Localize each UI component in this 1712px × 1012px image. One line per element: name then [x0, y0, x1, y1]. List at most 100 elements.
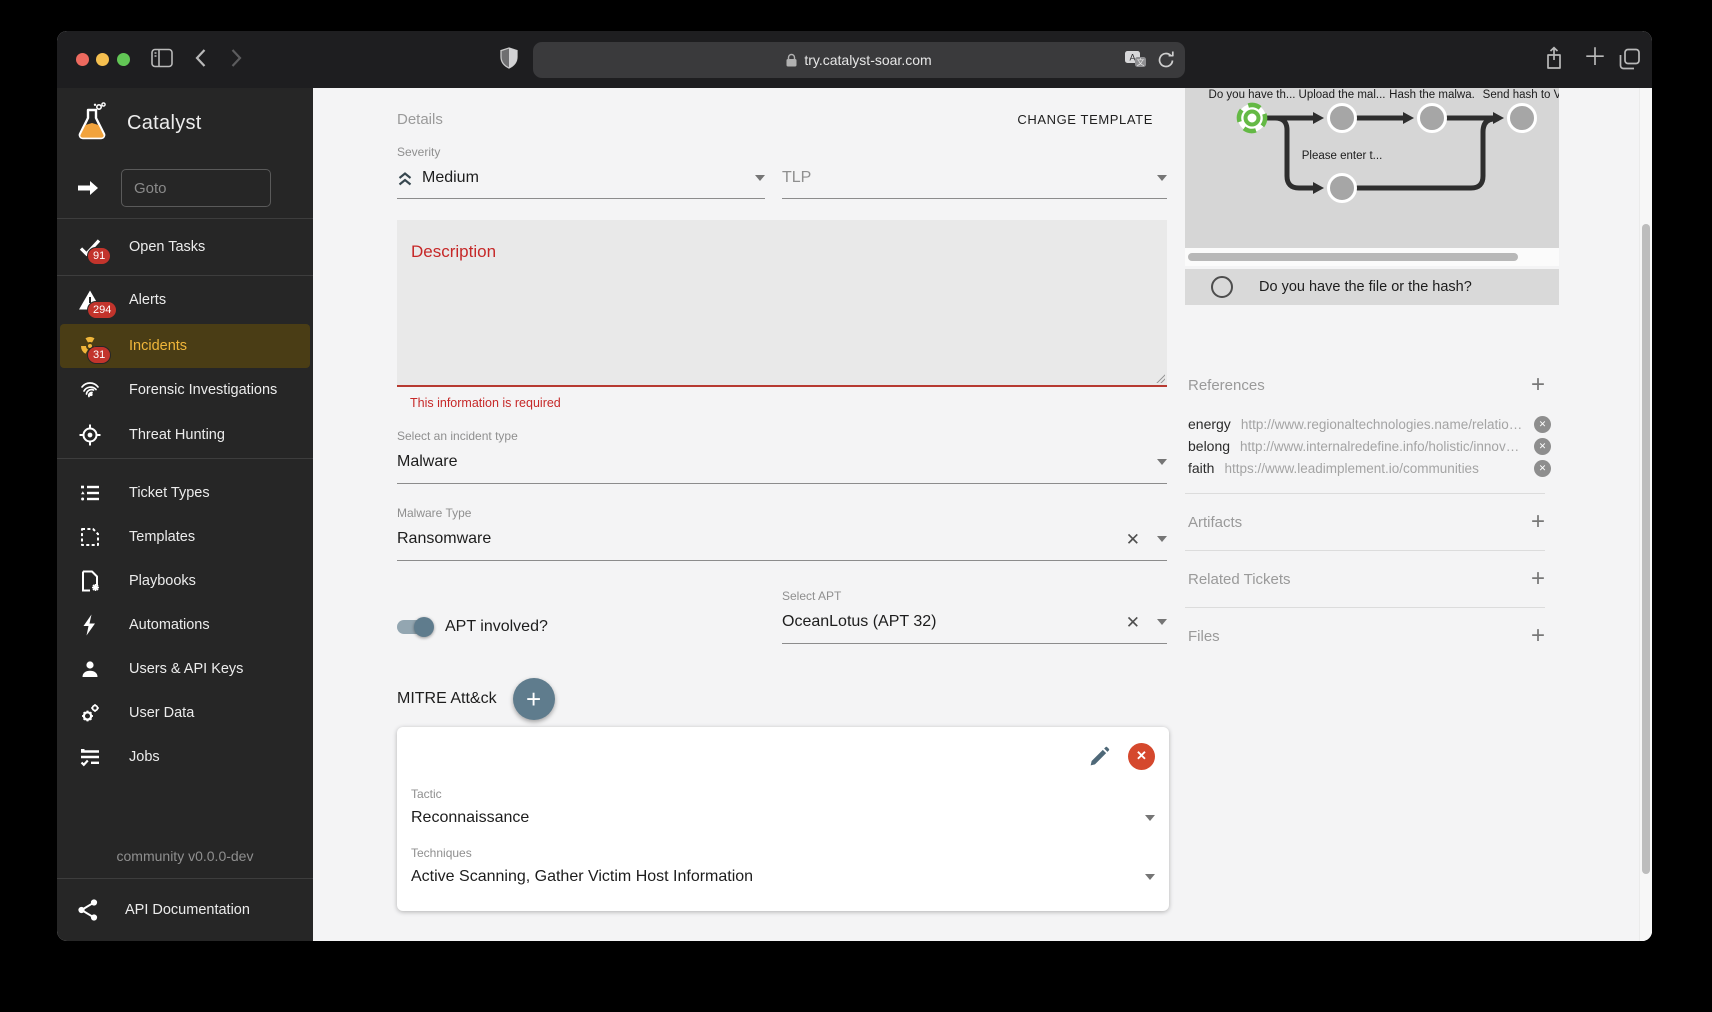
translate-icon[interactable]: A 文 — [1124, 50, 1148, 70]
remove-reference-icon[interactable]: ✕ — [1534, 460, 1551, 477]
share-icon[interactable] — [1544, 46, 1564, 72]
main-content: Details CHANGE TEMPLATE Severity Mediu — [313, 88, 1652, 941]
chevron-down-icon — [1157, 536, 1167, 542]
chevron-down-icon — [1145, 815, 1155, 821]
sidebar-item-threat-hunting[interactable]: Threat Hunting — [57, 412, 313, 458]
remove-reference-icon[interactable]: ✕ — [1534, 416, 1551, 433]
app-version: community v0.0.0-dev — [57, 848, 313, 878]
warning-icon: 294 — [77, 289, 103, 311]
tlp-select[interactable]: TLP — [782, 143, 1167, 199]
remove-reference-icon[interactable]: ✕ — [1534, 438, 1551, 455]
playbook-icon — [77, 569, 103, 593]
radiation-icon: 31 — [77, 334, 103, 358]
crosshair-icon — [77, 423, 103, 447]
tactic-select[interactable]: Tactic Reconnaissance — [411, 785, 1155, 830]
clear-icon[interactable]: ✕ — [1126, 531, 1140, 548]
sidebar-item-jobs[interactable]: Jobs — [57, 735, 313, 779]
reference-link[interactable]: http://www.internalredefine.info/holisti… — [1240, 439, 1526, 454]
close-window-button[interactable] — [76, 53, 89, 66]
severity-select[interactable]: Severity Medium — [397, 143, 765, 199]
resize-grip-icon[interactable] — [1155, 373, 1165, 383]
forward-button[interactable] — [231, 49, 242, 67]
list-icon — [77, 481, 103, 505]
apt-involved-toggle[interactable] — [397, 620, 431, 634]
new-tab-icon[interactable]: ＋ — [1583, 48, 1607, 68]
sidebar-item-templates[interactable]: Templates — [57, 515, 313, 559]
delete-mitre-button[interactable]: ✕ — [1128, 743, 1155, 770]
playbook-node[interactable] — [1417, 103, 1447, 133]
person-icon — [77, 657, 103, 681]
add-related-ticket-button[interactable]: + — [1531, 565, 1545, 593]
share-nodes-icon — [77, 898, 99, 922]
task-question: Do you have the file or the hash? — [1259, 279, 1472, 295]
sidebar-toggle-icon[interactable] — [151, 48, 173, 68]
jobs-icon — [77, 745, 103, 769]
sidebar: Catalyst 91 Open Tasks — [57, 88, 313, 941]
back-button[interactable] — [195, 49, 206, 67]
sidebar-item-user-data[interactable]: User Data — [57, 691, 313, 735]
playbook-node[interactable] — [1327, 173, 1357, 203]
sidebar-item-alerts[interactable]: 294 Alerts — [57, 276, 313, 324]
tab-overview-icon[interactable] — [1619, 48, 1641, 70]
goto-input[interactable] — [121, 169, 271, 207]
reload-icon[interactable] — [1158, 50, 1175, 70]
chevron-down-icon — [1145, 874, 1155, 880]
alerts-badge: 294 — [87, 301, 117, 319]
reference-row: faith https://www.leadimplement.io/commu… — [1185, 457, 1559, 479]
url-text: try.catalyst-soar.com — [804, 52, 931, 68]
sidebar-item-automations[interactable]: Automations — [57, 603, 313, 647]
artifacts-title: Artifacts — [1188, 514, 1242, 531]
sidebar-item-forensic-investigations[interactable]: Forensic Investigations — [57, 368, 313, 412]
reference-link[interactable]: http://www.regionaltechnologies.name/rel… — [1241, 417, 1526, 432]
sidebar-item-incidents[interactable]: 31 Incidents — [60, 324, 310, 368]
change-template-button[interactable]: CHANGE TEMPLATE — [1017, 112, 1167, 127]
playbook-task-row[interactable]: Do you have the file or the hash? — [1185, 269, 1559, 305]
add-file-button[interactable]: + — [1531, 622, 1545, 650]
incident-type-select[interactable]: Select an incident type Malware — [397, 427, 1167, 484]
page-scrollbar-thumb[interactable] — [1642, 224, 1650, 874]
sidebar-item-playbooks[interactable]: Playbooks — [57, 559, 313, 603]
reference-link[interactable]: https://www.leadimplement.io/communities — [1224, 461, 1526, 476]
sidebar-item-ticket-types[interactable]: Ticket Types — [57, 471, 313, 515]
playbook-node[interactable] — [1327, 103, 1357, 133]
svg-text:A: A — [1129, 53, 1135, 63]
add-mitre-button[interactable]: + — [513, 678, 555, 720]
svg-text:文: 文 — [1137, 57, 1145, 67]
diagram-scrollbar-thumb[interactable] — [1188, 253, 1518, 261]
add-artifact-button[interactable]: + — [1531, 508, 1545, 536]
incident-details-form: Details CHANGE TEMPLATE Severity Mediu — [397, 88, 1167, 941]
goto-arrow-icon — [77, 180, 99, 196]
page-scrollbar[interactable] — [1639, 88, 1652, 941]
diagram-scrollbar[interactable] — [1185, 248, 1559, 266]
clear-icon[interactable]: ✕ — [1126, 614, 1140, 631]
zoom-window-button[interactable] — [117, 53, 130, 66]
task-radio[interactable] — [1211, 276, 1233, 298]
mitre-attack-title: MITRE Att&ck — [397, 690, 497, 708]
open-tasks-badge: 91 — [87, 247, 111, 265]
malware-type-select[interactable]: Malware Type Ransomware ✕ — [397, 504, 1167, 561]
playbook-start-node[interactable] — [1235, 101, 1269, 135]
sidebar-item-api-documentation[interactable]: API Documentation — [57, 879, 313, 941]
details-title: Details — [397, 111, 443, 128]
references-title: References — [1188, 377, 1265, 394]
lightning-bolt-icon — [77, 613, 103, 637]
minimize-window-button[interactable] — [96, 53, 109, 66]
address-bar[interactable]: try.catalyst-soar.com A 文 — [533, 42, 1185, 78]
sidebar-item-open-tasks[interactable]: 91 Open Tasks — [57, 219, 313, 275]
template-icon — [77, 525, 103, 549]
mitre-card: ✕ Tactic Reconnaissance Techniques — [397, 727, 1169, 911]
add-reference-button[interactable]: + — [1531, 371, 1545, 399]
playbook-diagram[interactable]: Do you have th... Upload the mal... Hash… — [1185, 88, 1559, 248]
chevron-down-icon — [1157, 459, 1167, 465]
fingerprint-icon — [77, 378, 103, 402]
content-blocker-shield-icon[interactable] — [500, 47, 518, 69]
playbook-panel: Do you have th... Upload the mal... Hash… — [1185, 88, 1559, 664]
lock-icon — [786, 53, 797, 67]
playbook-node[interactable] — [1507, 103, 1537, 133]
description-textarea[interactable]: Description — [397, 220, 1167, 387]
apt-select[interactable]: Select APT OceanLotus (APT 32) ✕ — [782, 587, 1167, 644]
browser-window: try.catalyst-soar.com A 文 — [57, 31, 1652, 941]
techniques-select[interactable]: Techniques Active Scanning, Gather Victi… — [411, 844, 1155, 889]
sidebar-item-users-api-keys[interactable]: Users & API Keys — [57, 647, 313, 691]
edit-pencil-icon[interactable] — [1089, 746, 1110, 767]
